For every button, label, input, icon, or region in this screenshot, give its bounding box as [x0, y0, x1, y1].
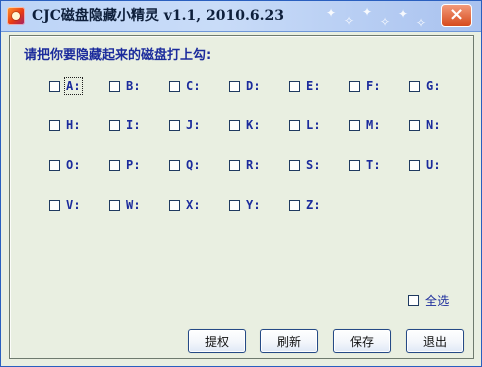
drive-z-item[interactable]: Z:	[289, 195, 341, 215]
drive-u-label: U:	[426, 158, 441, 172]
save-button[interactable]: 保存	[333, 329, 391, 353]
drive-w-item[interactable]: W:	[109, 195, 161, 215]
select-all-checkbox[interactable]	[408, 294, 419, 306]
drive-b-item[interactable]: B:	[109, 76, 161, 96]
drive-g-item[interactable]: G:	[409, 76, 461, 96]
drive-h-item[interactable]: H:	[49, 115, 101, 135]
app-window: CJC磁盘隐藏小精灵 v1.1, 2010.6.23 ✦ ✧ ✦ ✧ ✦ ✧ ×…	[0, 0, 482, 367]
drive-i-label: I:	[126, 118, 141, 132]
drive-q-checkbox[interactable]	[169, 159, 180, 171]
drive-t-item[interactable]: T:	[349, 155, 401, 175]
drive-a-checkbox[interactable]	[49, 80, 60, 92]
drive-c-item[interactable]: C:	[169, 76, 221, 96]
drive-y-label: Y:	[246, 198, 261, 212]
drive-h-checkbox[interactable]	[49, 119, 60, 131]
drive-f-checkbox[interactable]	[349, 80, 360, 92]
drive-l-label: L:	[306, 118, 321, 132]
drive-i-item[interactable]: I:	[109, 115, 161, 135]
drive-checkbox-grid: A: B: C: D: E: F: G: H: I: J: K: L: M: N…	[49, 76, 469, 246]
window-title: CJC磁盘隐藏小精灵 v1.1, 2010.6.23	[32, 8, 284, 24]
drive-r-label: R:	[246, 158, 261, 172]
drive-q-item[interactable]: Q:	[169, 155, 221, 175]
drive-g-label: G:	[426, 79, 441, 93]
drive-i-checkbox[interactable]	[109, 119, 120, 131]
select-all-label: 全选	[425, 293, 450, 308]
drive-z-checkbox[interactable]	[289, 199, 300, 211]
drive-y-item[interactable]: Y:	[229, 195, 281, 215]
drive-n-checkbox[interactable]	[409, 119, 420, 131]
drive-p-checkbox[interactable]	[109, 159, 120, 171]
drive-c-label: C:	[186, 79, 201, 93]
drive-t-label: T:	[366, 158, 381, 172]
drive-u-item[interactable]: U:	[409, 155, 461, 175]
drive-m-checkbox[interactable]	[349, 119, 360, 131]
exit-button[interactable]: 退出	[406, 329, 464, 353]
drive-r-item[interactable]: R:	[229, 155, 281, 175]
drive-z-label: Z:	[306, 198, 321, 212]
drive-b-label: B:	[126, 79, 141, 93]
drive-r-checkbox[interactable]	[229, 159, 240, 171]
app-icon	[7, 7, 25, 25]
drive-u-checkbox[interactable]	[409, 159, 420, 171]
drive-f-item[interactable]: F:	[349, 76, 401, 96]
close-button[interactable]: ×	[441, 4, 472, 27]
drive-c-checkbox[interactable]	[169, 80, 180, 92]
drive-a-item[interactable]: A:	[49, 76, 101, 96]
drive-t-checkbox[interactable]	[349, 159, 360, 171]
drive-f-label: F:	[366, 79, 381, 93]
instruction-text: 请把你要隐藏起来的磁盘打上勾:	[24, 48, 212, 63]
close-icon: ×	[448, 4, 465, 25]
drive-m-label: M:	[366, 118, 381, 132]
drive-n-label: N:	[426, 118, 441, 132]
drive-w-label: W:	[126, 198, 141, 212]
drive-x-item[interactable]: X:	[169, 195, 221, 215]
drive-p-label: P:	[126, 158, 141, 172]
drive-w-checkbox[interactable]	[109, 199, 120, 211]
drive-o-label: O:	[66, 158, 81, 172]
drive-d-item[interactable]: D:	[229, 76, 281, 96]
drive-l-checkbox[interactable]	[289, 119, 300, 131]
drive-l-item[interactable]: L:	[289, 115, 341, 135]
drive-m-item[interactable]: M:	[349, 115, 401, 135]
drive-h-label: H:	[66, 118, 81, 132]
drive-o-checkbox[interactable]	[49, 159, 60, 171]
drive-x-label: X:	[186, 198, 201, 212]
drive-d-checkbox[interactable]	[229, 80, 240, 92]
drive-x-checkbox[interactable]	[169, 199, 180, 211]
titlebar-decoration: ✦ ✧ ✦ ✧ ✦ ✧	[326, 5, 427, 30]
drive-j-label: J:	[186, 118, 201, 132]
drive-o-item[interactable]: O:	[49, 155, 101, 175]
main-panel: 请把你要隐藏起来的磁盘打上勾: A: B: C: D: E: F: G: H: …	[9, 35, 474, 359]
drive-q-label: Q:	[186, 158, 201, 172]
drive-g-checkbox[interactable]	[409, 80, 420, 92]
drive-a-label: A:	[64, 77, 83, 95]
drive-s-item[interactable]: S:	[289, 155, 341, 175]
drive-s-label: S:	[306, 158, 321, 172]
drive-v-label: V:	[66, 198, 81, 212]
drive-b-checkbox[interactable]	[109, 80, 120, 92]
drive-j-checkbox[interactable]	[169, 119, 180, 131]
drive-e-item[interactable]: E:	[289, 76, 341, 96]
drive-v-checkbox[interactable]	[49, 199, 60, 211]
drive-j-item[interactable]: J:	[169, 115, 221, 135]
drive-d-label: D:	[246, 79, 261, 93]
select-all-item[interactable]: 全选	[408, 290, 449, 310]
drive-k-checkbox[interactable]	[229, 119, 240, 131]
drive-n-item[interactable]: N:	[409, 115, 461, 135]
title-bar[interactable]: CJC磁盘隐藏小精灵 v1.1, 2010.6.23 ✦ ✧ ✦ ✧ ✦ ✧ ×	[1, 1, 481, 32]
drive-y-checkbox[interactable]	[229, 199, 240, 211]
drive-k-label: K:	[246, 118, 261, 132]
drive-k-item[interactable]: K:	[229, 115, 281, 135]
drive-e-checkbox[interactable]	[289, 80, 300, 92]
refresh-button[interactable]: 刷新	[260, 329, 318, 353]
drive-s-checkbox[interactable]	[289, 159, 300, 171]
drive-p-item[interactable]: P:	[109, 155, 161, 175]
extract-button[interactable]: 提权	[188, 329, 246, 353]
drive-e-label: E:	[306, 79, 321, 93]
drive-v-item[interactable]: V:	[49, 195, 101, 215]
